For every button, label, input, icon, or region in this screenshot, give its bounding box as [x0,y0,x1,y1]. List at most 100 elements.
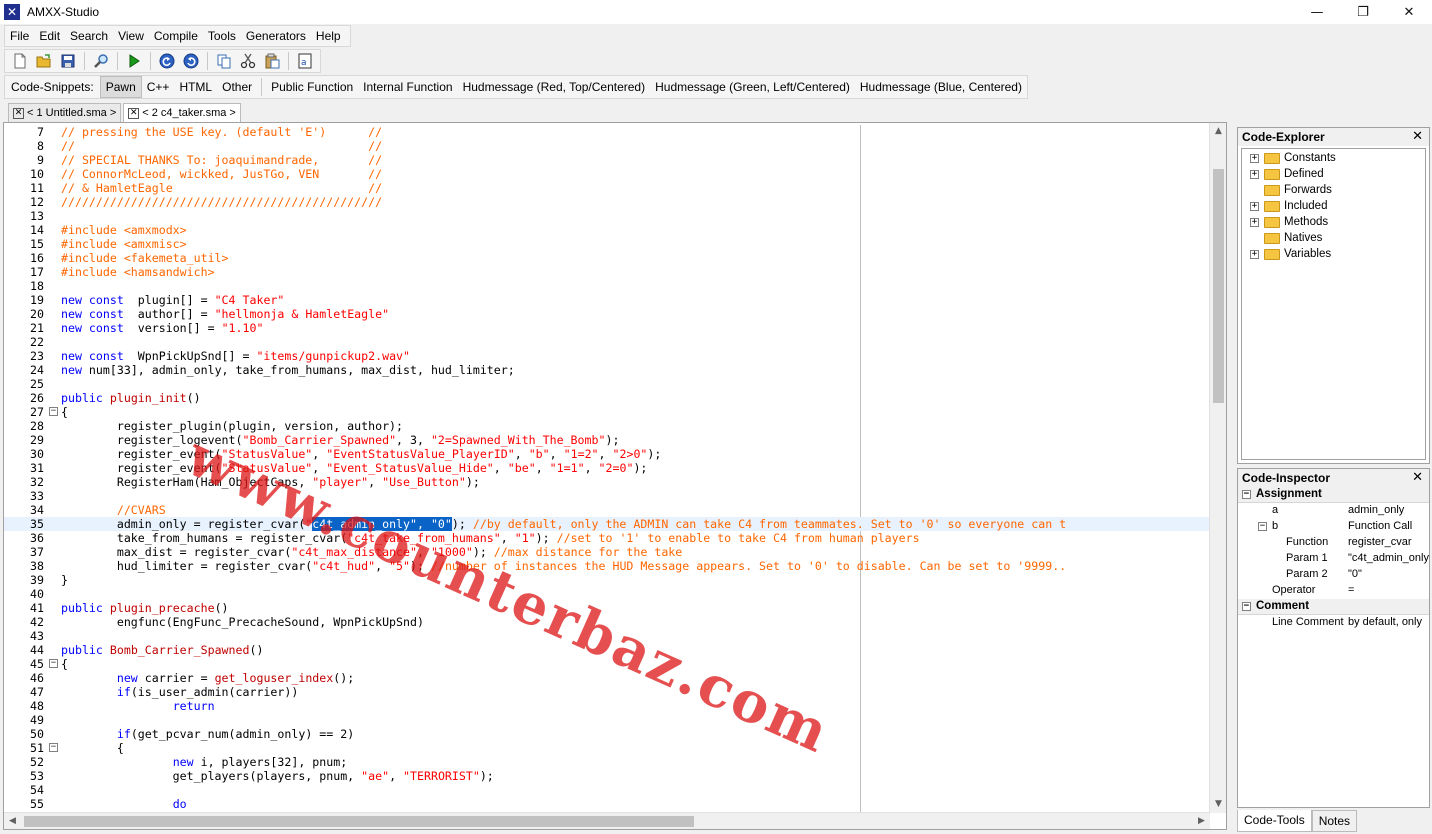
menu-view[interactable]: View [113,26,149,46]
code-line[interactable]: 24 new num[33], admin_only, take_from_hum… [4,363,1210,377]
code-line[interactable]: 28 register_plugin(plugin, version, auth… [4,419,1210,433]
snippet-internal-function[interactable]: Internal Function [358,77,457,97]
tree-item-defined[interactable]: + Defined [1242,166,1425,182]
inspector-row-param2[interactable]: Param 2 "0" [1238,567,1429,583]
compile-run-icon[interactable] [123,51,145,71]
code-line[interactable]: 18 [4,279,1210,293]
fold-collapse-icon[interactable]: − [49,659,58,668]
tab-untitled[interactable]: ✕ < 1 Untitled.sma > [8,103,122,122]
inspector-row-function[interactable]: Function register_cvar [1238,535,1429,551]
tree-item-forwards[interactable]: Forwards [1242,182,1425,198]
menu-tools[interactable]: Tools [203,26,241,46]
code-line[interactable]: 39} [4,573,1210,587]
code-line[interactable]: 22 [4,335,1210,349]
tab-code-tools[interactable]: Code-Tools [1237,810,1312,832]
horizontal-scroll-thumb[interactable] [24,816,694,827]
code-line[interactable]: 37 max_dist = register_cvar("c4t_max_dis… [4,545,1210,559]
code-line[interactable]: 46 new carrier = get_loguser_index(); [4,671,1210,685]
code-line[interactable]: 45−{ [4,657,1210,671]
snippet-pawn[interactable]: Pawn [99,76,142,98]
close-button[interactable]: ✕ [1386,0,1432,24]
menu-edit[interactable]: Edit [34,26,65,46]
close-icon[interactable]: ✕ [1412,129,1423,144]
code-line[interactable]: 51− { [4,741,1210,755]
fold-collapse-icon[interactable]: − [49,743,58,752]
collapse-icon[interactable]: − [1258,522,1267,531]
inspector-group-assignment[interactable]: − Assignment [1238,487,1429,503]
tree-item-methods[interactable]: + Methods [1242,214,1425,230]
code-line[interactable]: 43 [4,629,1210,643]
code-area[interactable]: 7 // pressing the USE key. (default 'E') … [4,125,1210,813]
tab-notes[interactable]: Notes [1311,810,1358,832]
menu-compile[interactable]: Compile [149,26,203,46]
copy-icon[interactable] [213,51,235,71]
code-line[interactable]: 41 public plugin_precache() [4,601,1210,615]
expand-icon[interactable]: + [1250,201,1259,211]
expand-icon[interactable]: + [1250,153,1259,163]
code-line[interactable]: 52 new i, players[32], pnum; [4,755,1210,769]
undo-icon[interactable] [156,51,178,71]
snippet-hud-blue[interactable]: Hudmessage (Blue, Centered) [855,77,1027,97]
inspector-row-operator[interactable]: Operator = [1238,583,1429,599]
cut-icon[interactable] [237,51,259,71]
inspector-row-b[interactable]: − b Function Call [1238,519,1429,535]
code-line[interactable]: 9 // SPECIAL THANKS To: joaquimandrade, /… [4,153,1210,167]
code-line[interactable]: 42 engfunc(EngFunc_PrecacheSound, WpnPic… [4,615,1210,629]
code-line[interactable]: 12 //////////////////////////////////////… [4,195,1210,209]
code-line[interactable]: 44 public Bomb_Carrier_Spawned() [4,643,1210,657]
menu-help[interactable]: Help [311,26,346,46]
tree-item-natives[interactable]: Natives [1242,230,1425,246]
scroll-up-icon[interactable]: ▲ [1210,123,1226,140]
snippet-other[interactable]: Other [217,77,257,97]
menu-generators[interactable]: Generators [241,26,311,46]
menu-file[interactable]: File [5,26,34,46]
maximize-button[interactable]: ❐ [1340,0,1386,24]
menu-search[interactable]: Search [65,26,113,46]
code-line[interactable]: 23 new const WpnPickUpSnd[] = "items/gunp… [4,349,1210,363]
code-line[interactable]: 31 register_event("StatusValue", "Event_… [4,461,1210,475]
code-line[interactable]: 25 [4,377,1210,391]
scroll-left-icon[interactable]: ◀ [4,813,21,829]
code-editor[interactable]: 7 // pressing the USE key. (default 'E') … [3,122,1227,830]
save-icon[interactable] [57,51,79,71]
code-line[interactable]: 21 new const version[] = "1.10" [4,321,1210,335]
code-line[interactable]: 26 public plugin_init() [4,391,1210,405]
paste-icon[interactable] [261,51,283,71]
scroll-right-icon[interactable]: ▶ [1193,813,1210,829]
code-line[interactable]: 19 new const plugin[] = "C4 Taker" [4,293,1210,307]
tree-item-constants[interactable]: + Constants [1242,150,1425,166]
collapse-icon[interactable]: − [1242,602,1251,611]
editor-vertical-scrollbar[interactable]: ▲ ▼ [1209,123,1226,813]
code-line[interactable]: 48 return [4,699,1210,713]
expand-icon[interactable]: + [1250,217,1259,227]
inspector-group-comment[interactable]: − Comment [1238,599,1429,615]
code-line[interactable]: 36 take_from_humans = register_cvar("c4t… [4,531,1210,545]
close-icon[interactable]: ✕ [1412,470,1423,485]
minimize-button[interactable]: — [1294,0,1340,24]
new-file-icon[interactable] [9,51,31,71]
inspector-row-param1[interactable]: Param 1 "c4t_admin_only [1238,551,1429,567]
vertical-scroll-thumb[interactable] [1213,169,1224,403]
code-line[interactable]: 10 // ConnorMcLeod, wickked, JusTGo, VEN … [4,167,1210,181]
code-line[interactable]: 32 RegisterHam(Ham_ObjectCaps, "player",… [4,475,1210,489]
snippet-cpp[interactable]: C++ [142,77,175,97]
open-folder-icon[interactable] [33,51,55,71]
code-line[interactable]: 15 #include <amxmisc> [4,237,1210,251]
code-line[interactable]: 54 [4,783,1210,797]
code-line[interactable]: 34 //CVARS [4,503,1210,517]
code-line[interactable]: 20 new const author[] = "hellmonja & Haml… [4,307,1210,321]
code-line[interactable]: 55 do [4,797,1210,811]
code-line[interactable]: 50 if(get_pcvar_num(admin_only) == 2) [4,727,1210,741]
fold-collapse-icon[interactable]: − [49,407,58,416]
close-icon[interactable]: ✕ [13,107,24,119]
code-line[interactable]: 14 #include <amxmodx> [4,223,1210,237]
code-line[interactable]: 29 register_logevent("Bomb_Carrier_Spawn… [4,433,1210,447]
code-line[interactable]: 8 // // [4,139,1210,153]
code-line[interactable]: 53 get_players(players, pnum, "ae", "TER… [4,769,1210,783]
snippet-hud-green[interactable]: Hudmessage (Green, Left/Centered) [650,77,855,97]
code-line[interactable]: 16 #include <fakemeta_util> [4,251,1210,265]
snippet-html[interactable]: HTML [174,77,217,97]
code-line[interactable]: 47 if(is_user_admin(carrier)) [4,685,1210,699]
editor-horizontal-scrollbar[interactable]: ◀ ▶ [4,812,1210,829]
code-line[interactable]: 40 [4,587,1210,601]
